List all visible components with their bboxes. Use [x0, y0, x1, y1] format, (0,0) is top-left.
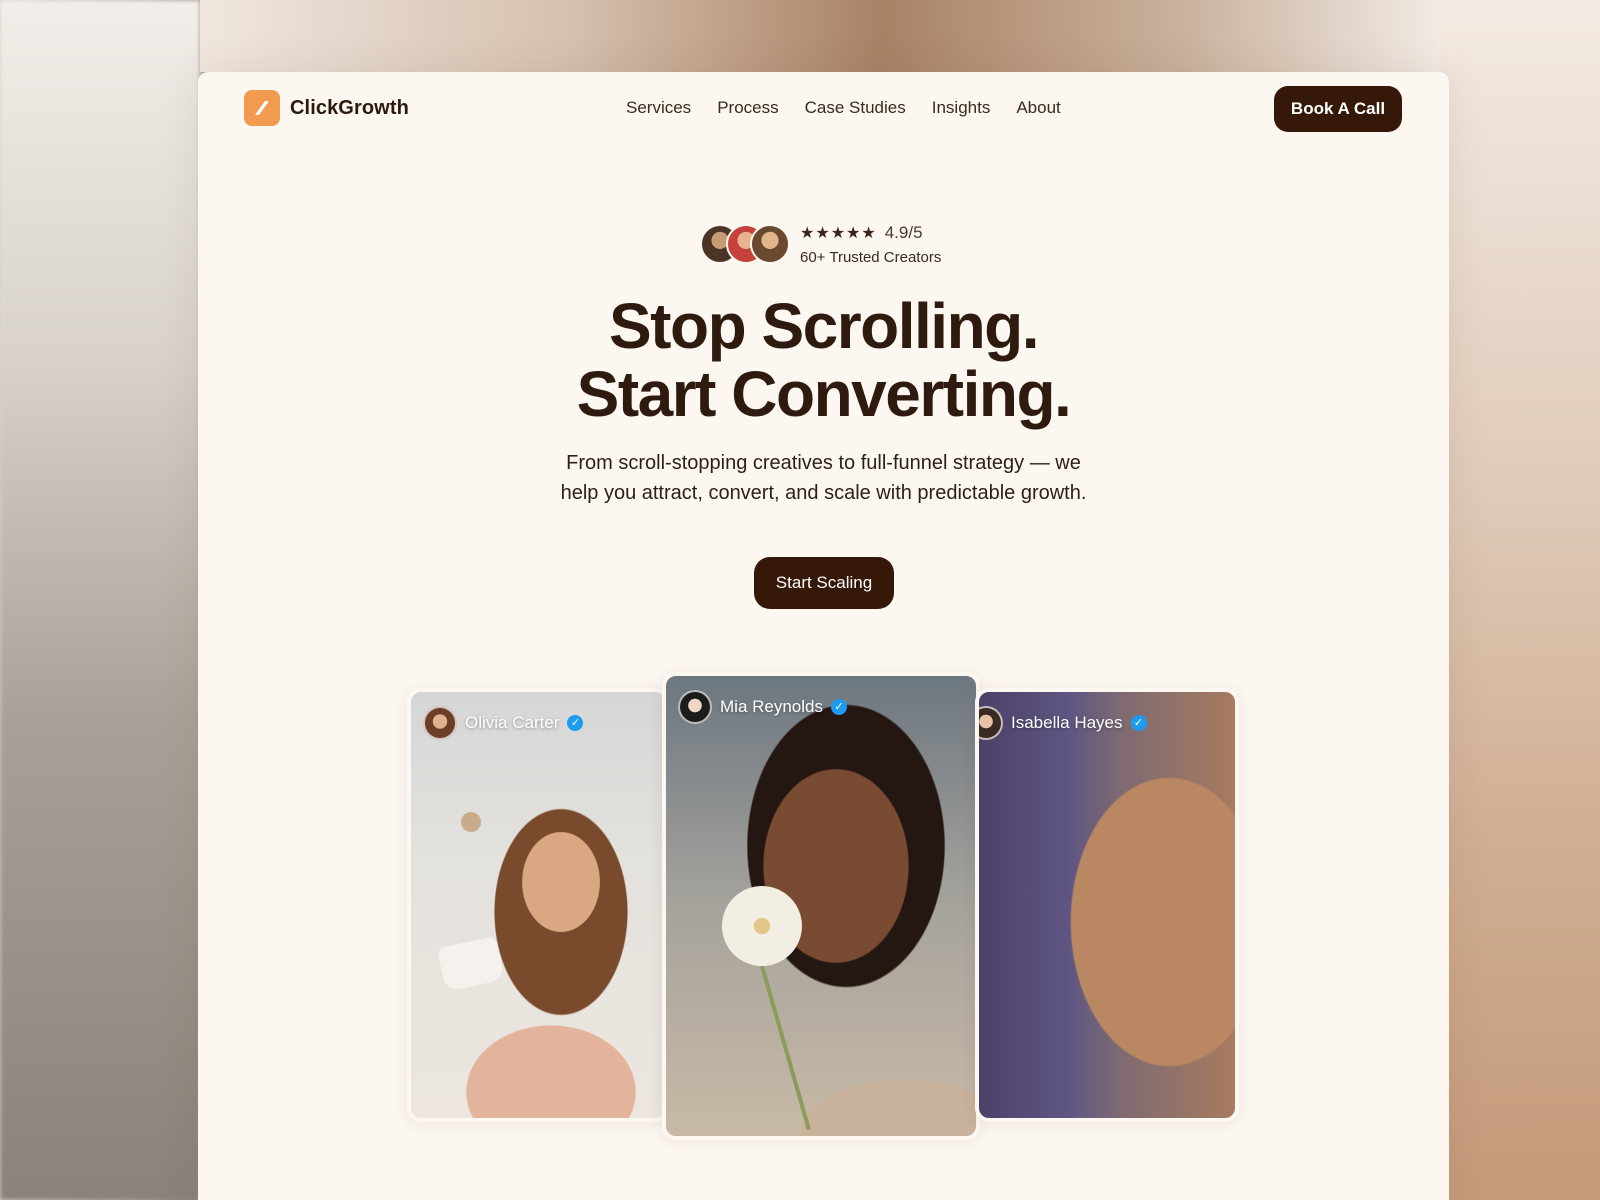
background-top — [200, 0, 1440, 72]
subtext-line-2: help you attract, convert, and scale wit… — [560, 482, 1087, 504]
flower-image — [722, 886, 802, 966]
avatar — [979, 706, 1003, 740]
creator-tag: Isabella Hayes ✓ — [979, 706, 1147, 740]
nav-item-insights[interactable]: Insights — [932, 98, 991, 118]
brand-name: ClickGrowth — [290, 96, 409, 119]
verified-badge-icon: ✓ — [831, 699, 847, 715]
creator-tag: Olivia Carter ✓ — [423, 706, 584, 740]
creator-avatars — [700, 222, 790, 266]
hero-headline: Stop Scrolling. Start Converting. — [198, 292, 1449, 428]
avatar — [750, 224, 790, 264]
creator-name: Mia Reynolds — [720, 697, 823, 716]
nav-item-services[interactable]: Services — [626, 98, 691, 118]
brand-logo[interactable]: ClickGrowth — [244, 90, 409, 126]
creator-card-olivia[interactable]: Olivia Carter ✓ — [407, 688, 669, 1122]
avatar — [678, 690, 712, 724]
flower-stem-image — [760, 965, 811, 1130]
main-nav: Services Process Case Studies Insights A… — [626, 98, 1061, 118]
landing-page-frame: ClickGrowth Services Process Case Studie… — [198, 72, 1449, 1200]
creator-tag: Mia Reynolds ✓ — [678, 690, 847, 724]
subtext-line-1: From scroll-stopping creatives to full-f… — [566, 452, 1081, 474]
headline-line-1: Stop Scrolling. — [608, 290, 1040, 362]
creator-name: Isabella Hayes — [1011, 713, 1123, 732]
star-rating-icon: ★★★★★ — [800, 224, 877, 242]
verified-badge-icon: ✓ — [567, 715, 584, 731]
nav-item-about[interactable]: About — [1016, 98, 1060, 118]
rating-score: 4.9/5 — [884, 222, 923, 242]
trust-badge: ★★★★★ 4.9/5 60+ Trusted Creators — [700, 222, 941, 266]
nav-item-case-studies[interactable]: Case Studies — [805, 98, 906, 118]
nav-item-process[interactable]: Process — [717, 98, 778, 118]
headline-line-2: Start Converting. — [576, 358, 1072, 430]
creator-card-mia[interactable]: Mia Reynolds ✓ — [662, 672, 980, 1140]
background-right — [1440, 0, 1600, 1200]
background-left — [0, 0, 200, 1200]
product-jar-image — [437, 936, 505, 992]
creator-name: Olivia Carter — [465, 713, 560, 732]
book-a-call-button[interactable]: Book A Call — [1274, 86, 1402, 132]
trusted-creators-caption: 60+ Trusted Creators — [800, 248, 942, 266]
hero-subtext: From scroll-stopping creatives to full-f… — [198, 448, 1449, 508]
start-scaling-button[interactable]: Start Scaling — [754, 557, 894, 609]
avatar — [423, 706, 457, 740]
creator-card-isabella[interactable]: Isabella Hayes ✓ — [975, 688, 1239, 1122]
verified-badge-icon: ✓ — [1130, 715, 1147, 731]
slash-mark-icon — [244, 90, 280, 126]
